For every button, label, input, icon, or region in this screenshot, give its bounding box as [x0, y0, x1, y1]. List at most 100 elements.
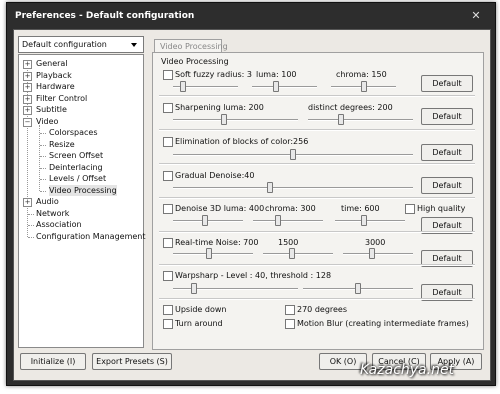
tree-item-association[interactable]: Association [36, 219, 82, 230]
expand-icon[interactable]: + [23, 60, 32, 69]
denoise-luma-thumb[interactable] [202, 215, 208, 226]
close-icon[interactable]: ✕ [469, 9, 483, 23]
window-title: Preferences - Default configuration [15, 11, 195, 21]
preferences-window: Preferences - Default configuration ✕ De… [6, 2, 496, 386]
tree-item-colorspaces[interactable]: Colorspaces [49, 127, 98, 138]
denoise-luma-track[interactable] [173, 215, 243, 226]
tree-item-playback[interactable]: Playback [36, 70, 72, 81]
sharpening-distinct-track[interactable] [308, 114, 413, 125]
divider [159, 298, 475, 300]
expand-icon[interactable]: + [23, 106, 32, 115]
divider [159, 95, 475, 97]
realtime-b-track[interactable] [263, 248, 333, 259]
realtime-c-track[interactable] [343, 248, 413, 259]
tree-item-network[interactable]: Network [36, 208, 69, 219]
gradual-denoise-track[interactable] [173, 182, 413, 193]
realtime-c-thumb[interactable] [369, 248, 375, 259]
initialize-button[interactable]: Initialize (I) [20, 353, 86, 370]
warp-threshold-track[interactable] [303, 283, 413, 294]
soft-radius-track[interactable] [173, 81, 238, 92]
sharpening-distinct-thumb[interactable] [338, 114, 344, 125]
elimination-thumb[interactable] [290, 149, 296, 160]
sharpening-default-button[interactable]: Default [421, 108, 473, 125]
expand-icon[interactable]: + [23, 83, 32, 92]
realtime-a-thumb[interactable] [206, 248, 212, 259]
sharpening-distinct-label: distinct degrees: 200 [308, 103, 393, 112]
denoise-time-track[interactable] [335, 215, 405, 226]
gradual-denoise-label: Gradual Denoise:40 [175, 171, 255, 180]
tree-connector [40, 167, 46, 169]
motion-blur-checkbox[interactable] [285, 319, 295, 329]
denoise-chroma-label: chroma: 300 [265, 204, 316, 213]
realtime-b-thumb[interactable] [289, 248, 295, 259]
sharpening-luma-thumb[interactable] [221, 114, 227, 125]
tree-item-video-processing[interactable]: Video Processing [49, 184, 117, 196]
sharpening-luma-track[interactable] [173, 114, 298, 125]
realtime-1500-label: 1500 [278, 238, 299, 247]
expand-icon[interactable]: + [23, 71, 32, 81]
soft-luma-thumb[interactable] [273, 81, 279, 92]
soft-fuzzy-checkbox[interactable] [163, 70, 173, 80]
expand-icon[interactable]: + [23, 198, 32, 207]
tree-connector [28, 225, 34, 226]
soft-chroma-track[interactable] [331, 81, 396, 92]
elimination-label: Elimination of blocks of color:256 [175, 137, 309, 146]
soft-luma-track[interactable] [252, 81, 317, 92]
high-quality-checkbox[interactable] [405, 204, 415, 214]
watermark-text: Kazachya.net [360, 362, 455, 378]
high-quality-label: High quality [417, 204, 466, 213]
divider [159, 231, 475, 233]
270-degrees-label: 270 degrees [297, 305, 348, 314]
gradual-denoise-thumb[interactable] [267, 182, 273, 193]
configuration-select[interactable]: Default configuration [18, 36, 144, 53]
tree-item-subtitle[interactable]: Subtitle [36, 104, 67, 115]
elimination-track[interactable] [173, 149, 413, 160]
soft-fuzzy-label: Soft fuzzy radius: 3 [175, 70, 252, 79]
collapse-icon[interactable]: − [23, 117, 32, 127]
tree-item-deinterlacing[interactable]: Deinterlacing [49, 162, 103, 173]
tab-video-processing[interactable]: Video Processing [154, 39, 228, 53]
tree-item-video[interactable]: Video [36, 116, 58, 127]
gradual-denoise-checkbox[interactable] [163, 171, 173, 181]
tree-item-screen-offset[interactable]: Screen Offset [49, 150, 103, 161]
tree-item-resize[interactable]: Resize [49, 139, 75, 150]
tree-connector [40, 144, 46, 146]
gradual-denoise-default-button[interactable]: Default [421, 177, 473, 194]
soft-radius-thumb[interactable] [180, 81, 186, 92]
denoise-3d-checkbox[interactable] [163, 204, 173, 214]
tree-item-levels-offset[interactable]: Levels / Offset [49, 173, 106, 184]
export-presets-button[interactable]: Export Presets (S) [92, 353, 172, 370]
soft-chroma-thumb[interactable] [361, 81, 367, 92]
tree-item-configuration-management[interactable]: Configuration Management [36, 231, 146, 242]
settings-tree: + General + Playback + Hardware + Filter Contro… [18, 54, 146, 348]
tree-item-hardware[interactable]: Hardware [36, 81, 75, 92]
tree-item-audio[interactable]: Audio [36, 196, 59, 207]
upside-down-label: Upside down [175, 305, 227, 314]
denoise-time-thumb[interactable] [361, 215, 367, 226]
denoise-chroma-thumb[interactable] [275, 215, 281, 226]
expand-icon[interactable]: + [23, 94, 32, 104]
denoise-chroma-track[interactable] [253, 215, 323, 226]
270-degrees-checkbox[interactable] [285, 305, 295, 315]
warp-level-thumb[interactable] [191, 283, 197, 294]
denoise-time-label: time: 600 [341, 204, 380, 213]
warp-threshold-thumb[interactable] [355, 283, 361, 294]
realtime-a-track[interactable] [173, 248, 253, 259]
tree-item-general[interactable]: General [36, 58, 68, 69]
sharpening-checkbox[interactable] [163, 103, 173, 113]
elimination-default-button[interactable]: Default [421, 144, 473, 161]
upside-down-checkbox[interactable] [163, 305, 173, 315]
tree-item-filter-control[interactable]: Filter Control [36, 93, 87, 104]
realtime-noise-checkbox[interactable] [163, 238, 173, 248]
soft-luma-label: luma: 100 [256, 70, 297, 79]
tree-connector [28, 213, 34, 215]
turn-around-checkbox[interactable] [163, 319, 173, 329]
sharpening-label: Sharpening luma: 200 [175, 103, 264, 112]
elimination-checkbox[interactable] [163, 137, 173, 147]
warpsharp-label: Warpsharp - Level : 40, threshold : 128 [175, 271, 332, 280]
soft-fuzzy-default-button[interactable]: Default [421, 75, 473, 92]
tree-connector [40, 179, 46, 180]
warpsharp-checkbox[interactable] [163, 271, 173, 281]
title-bar[interactable]: Preferences - Default configuration ✕ [7, 3, 495, 29]
warp-level-track[interactable] [173, 283, 298, 294]
